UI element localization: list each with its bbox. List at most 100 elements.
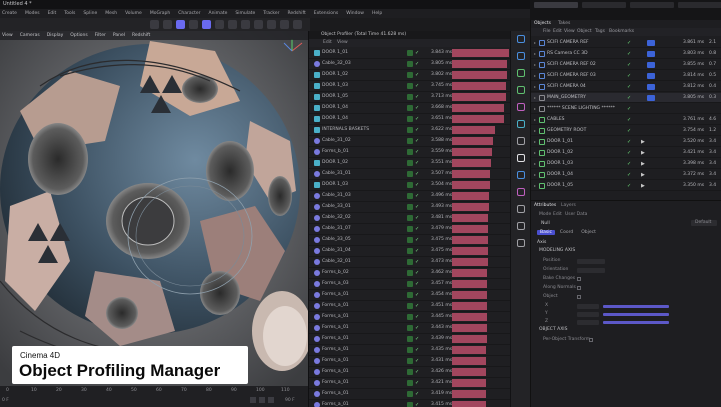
tag-triangle-icon[interactable]: ▶ bbox=[641, 139, 645, 145]
visible-check-icon[interactable]: ✓ bbox=[415, 83, 419, 89]
menu-item-2[interactable]: Edit bbox=[48, 11, 57, 16]
profiler-row[interactable]: Cable_31_03 ✓ 3.496 ms bbox=[309, 191, 510, 202]
viewport-menu-item-6[interactable]: Redshift bbox=[132, 33, 150, 38]
3d-viewport[interactable] bbox=[0, 31, 308, 386]
visible-check-icon[interactable]: ✓ bbox=[415, 72, 419, 78]
profiler-row[interactable]: Cable_32_01 ✓ 3.473 ms bbox=[309, 257, 510, 268]
subtab-coord[interactable]: Coord bbox=[557, 230, 576, 235]
object-row[interactable]: ▸ ****** SCENE LIGHTING ****** ✓ bbox=[531, 104, 721, 114]
visible-check-icon[interactable]: ✓ bbox=[415, 50, 419, 56]
profiler-menu-edit[interactable]: Edit bbox=[323, 40, 332, 45]
profiler-row[interactable]: Cable_31_01 ✓ 3.507 ms bbox=[309, 169, 510, 180]
menu-item-8[interactable]: Character bbox=[178, 11, 200, 16]
menu-item-9[interactable]: Animate bbox=[209, 11, 228, 16]
am-menu-user-data[interactable]: User Data bbox=[565, 212, 587, 217]
profiler-row[interactable]: Forms_a_01 ✓ 3.435 ms bbox=[309, 345, 510, 356]
object-row[interactable]: ▸ RS Camera CC 3D ✓ 3.803 ms 0.8 bbox=[531, 49, 721, 59]
profiler-row[interactable]: Forms_b_01 ✓ 3.559 ms bbox=[309, 147, 510, 158]
subtab-object[interactable]: Object bbox=[578, 230, 599, 235]
profiler-row[interactable]: Forms_a_01 ✓ 3.426 ms bbox=[309, 367, 510, 378]
axis-value-field[interactable] bbox=[577, 320, 599, 325]
visible-check-icon[interactable]: ✓ bbox=[415, 369, 419, 375]
camera-tag-icon[interactable] bbox=[647, 95, 655, 101]
enabled-checkbox-icon[interactable] bbox=[407, 61, 413, 67]
visible-check-icon[interactable]: ✓ bbox=[415, 270, 419, 276]
redo-icon[interactable] bbox=[163, 20, 172, 29]
object-row[interactable]: ▸ SCIFI CAMERA REF 02 ✓ 3.855 ms 0.7 bbox=[531, 60, 721, 70]
enabled-checkbox-icon[interactable] bbox=[407, 237, 413, 243]
tab-objects[interactable]: Objects bbox=[534, 21, 551, 26]
expand-arrow-icon[interactable]: ▸ bbox=[534, 62, 538, 67]
axis-value-field[interactable] bbox=[577, 312, 599, 317]
enabled-check-icon[interactable]: ✓ bbox=[627, 73, 631, 79]
object-name[interactable]: DOOR 1_01 bbox=[547, 139, 573, 144]
menu-item-13[interactable]: Extensions bbox=[314, 11, 338, 16]
enabled-check-icon[interactable]: ✓ bbox=[627, 106, 631, 112]
enabled-checkbox-icon[interactable] bbox=[407, 347, 413, 353]
enabled-checkbox-icon[interactable] bbox=[407, 248, 413, 254]
tab-takes[interactable]: Takes bbox=[558, 21, 570, 26]
visible-check-icon[interactable]: ✓ bbox=[415, 391, 419, 397]
viewport-menu-item-3[interactable]: Options bbox=[70, 33, 87, 38]
camera-tag-icon[interactable] bbox=[647, 62, 655, 68]
enabled-checkbox-icon[interactable] bbox=[407, 193, 413, 199]
enabled-checkbox-icon[interactable] bbox=[407, 369, 413, 375]
play-icon[interactable] bbox=[259, 397, 265, 403]
object-row[interactable]: ▸ DOOR 1_05 ✓ ▶ 3.350 ms 3.4 bbox=[531, 181, 721, 191]
visible-check-icon[interactable]: ✓ bbox=[415, 248, 419, 254]
profiler-row[interactable]: Cable_31_04 ✓ 3.475 ms bbox=[309, 246, 510, 257]
layers-icon[interactable] bbox=[517, 239, 525, 247]
visible-check-icon[interactable]: ✓ bbox=[415, 325, 419, 331]
object-row[interactable]: ▸ DOOR 1_03 ✓ ▶ 3.398 ms 3.4 bbox=[531, 159, 721, 169]
points-mode-icon[interactable] bbox=[228, 20, 237, 29]
profiler-row[interactable]: DOOR 1_02 ✓ 3.551 ms bbox=[309, 158, 510, 169]
material-icon[interactable] bbox=[517, 171, 525, 179]
menu-item-11[interactable]: Tracker bbox=[263, 11, 279, 16]
enabled-checkbox-icon[interactable] bbox=[407, 116, 413, 122]
enabled-checkbox-icon[interactable] bbox=[407, 259, 413, 265]
enabled-checkbox-icon[interactable] bbox=[407, 160, 413, 166]
object-row[interactable]: ▸ DOOR 1_04 ✓ ▶ 3.372 ms 3.4 bbox=[531, 170, 721, 180]
menu-item-6[interactable]: Volume bbox=[125, 11, 142, 16]
rotate-tool-icon[interactable] bbox=[202, 20, 211, 29]
enabled-checkbox-icon[interactable] bbox=[407, 358, 413, 364]
profiler-row[interactable]: Forms_a_01 ✓ 3.454 ms bbox=[309, 290, 510, 301]
last-frame-icon[interactable] bbox=[268, 397, 274, 403]
profiler-row[interactable]: Forms_a_01 ✓ 3.443 ms bbox=[309, 323, 510, 334]
profiler-row[interactable]: Forms_a_03 ✓ 3.457 ms bbox=[309, 279, 510, 290]
camera-tag-icon[interactable] bbox=[647, 51, 655, 57]
enabled-check-icon[interactable]: ✓ bbox=[627, 161, 631, 167]
select-tool-icon[interactable] bbox=[215, 20, 224, 29]
om-menu-bookmarks[interactable]: Bookmarks bbox=[609, 29, 634, 34]
menu-item-3[interactable]: Tools bbox=[64, 11, 75, 16]
menu-item-4[interactable]: Spline bbox=[83, 11, 97, 16]
per-object-transform-checkbox[interactable] bbox=[589, 338, 593, 342]
profiler-row[interactable]: Forms_a_01 ✓ 3.439 ms bbox=[309, 334, 510, 345]
attr-checkbox[interactable] bbox=[577, 286, 581, 290]
first-frame-icon[interactable] bbox=[250, 397, 256, 403]
layout-tab-3[interactable] bbox=[678, 2, 721, 8]
visible-check-icon[interactable]: ✓ bbox=[415, 61, 419, 67]
expand-arrow-icon[interactable]: ▸ bbox=[534, 95, 538, 100]
layout-tab-2[interactable] bbox=[630, 2, 674, 8]
om-menu-edit[interactable]: Edit bbox=[553, 29, 562, 34]
visible-check-icon[interactable]: ✓ bbox=[415, 182, 419, 188]
am-menu-mode[interactable]: Mode bbox=[539, 212, 551, 217]
enabled-checkbox-icon[interactable] bbox=[407, 325, 413, 331]
profiler-row[interactable]: INTERNALS BASKETS ✓ 3.622 ms bbox=[309, 125, 510, 136]
visible-check-icon[interactable]: ✓ bbox=[415, 347, 419, 353]
menu-item-14[interactable]: Window bbox=[346, 11, 364, 16]
om-menu-view[interactable]: View bbox=[564, 29, 575, 34]
attr-dropdown[interactable] bbox=[577, 259, 605, 264]
attr-dropdown[interactable] bbox=[577, 268, 605, 273]
object-name[interactable]: DOOR 1_04 bbox=[547, 172, 573, 177]
object-name[interactable]: RS Camera CC 3D bbox=[547, 51, 588, 56]
render-icon[interactable] bbox=[280, 20, 289, 29]
enabled-checkbox-icon[interactable] bbox=[407, 270, 413, 276]
default-dropdown[interactable]: Default bbox=[691, 220, 717, 226]
expand-arrow-icon[interactable]: ▸ bbox=[534, 84, 538, 89]
profiler-row[interactable]: DOOR 1_03 ✓ 3.745 ms bbox=[309, 81, 510, 92]
visible-check-icon[interactable]: ✓ bbox=[415, 171, 419, 177]
subtab-basic[interactable]: Basic bbox=[537, 230, 555, 235]
menu-item-1[interactable]: Modes bbox=[25, 11, 40, 16]
